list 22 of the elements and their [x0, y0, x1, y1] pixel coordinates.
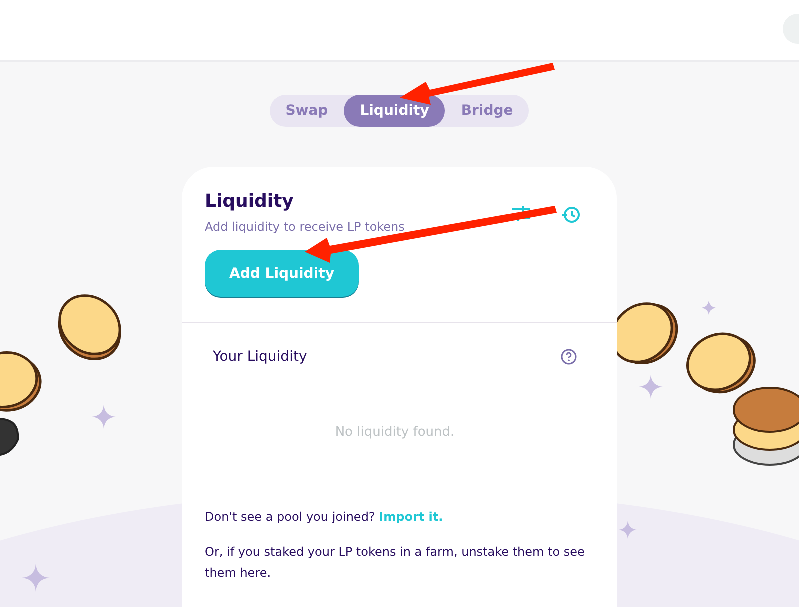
import-prompt: Don't see a pool you joined? Import it. — [205, 509, 444, 526]
coin-drawing — [58, 294, 122, 360]
sparkle-icon — [22, 564, 50, 592]
tab[interactable]: Bridge — [445, 95, 530, 127]
empty-message: No liquidity found. — [334, 425, 456, 440]
coin-drawing — [0, 352, 42, 412]
card-title: Liquidity — [205, 191, 295, 212]
help-icon[interactable] — [561, 349, 577, 365]
add-liquidity-button[interactable]: Add Liquidity — [205, 250, 359, 298]
tab[interactable]: Swap — [270, 95, 344, 127]
section-title: Your Liquidity — [213, 349, 308, 365]
import-link[interactable]: Import it. — [379, 510, 444, 524]
sparkle-icon — [702, 301, 716, 315]
card-subtitle: Add liquidity to receive LP tokens — [205, 220, 405, 234]
coin-drawing — [0, 418, 20, 456]
history-icon[interactable] — [561, 205, 581, 225]
tab[interactable]: Liquidity — [344, 95, 446, 127]
sparkle-icon — [639, 375, 663, 399]
farm-note: Or, if you staked your LP tokens in a farm, unstake them to see them here. — [205, 544, 586, 582]
sparkle-icon — [619, 521, 637, 539]
coin-drawing — [686, 332, 756, 394]
sparkle-icon — [92, 405, 116, 429]
